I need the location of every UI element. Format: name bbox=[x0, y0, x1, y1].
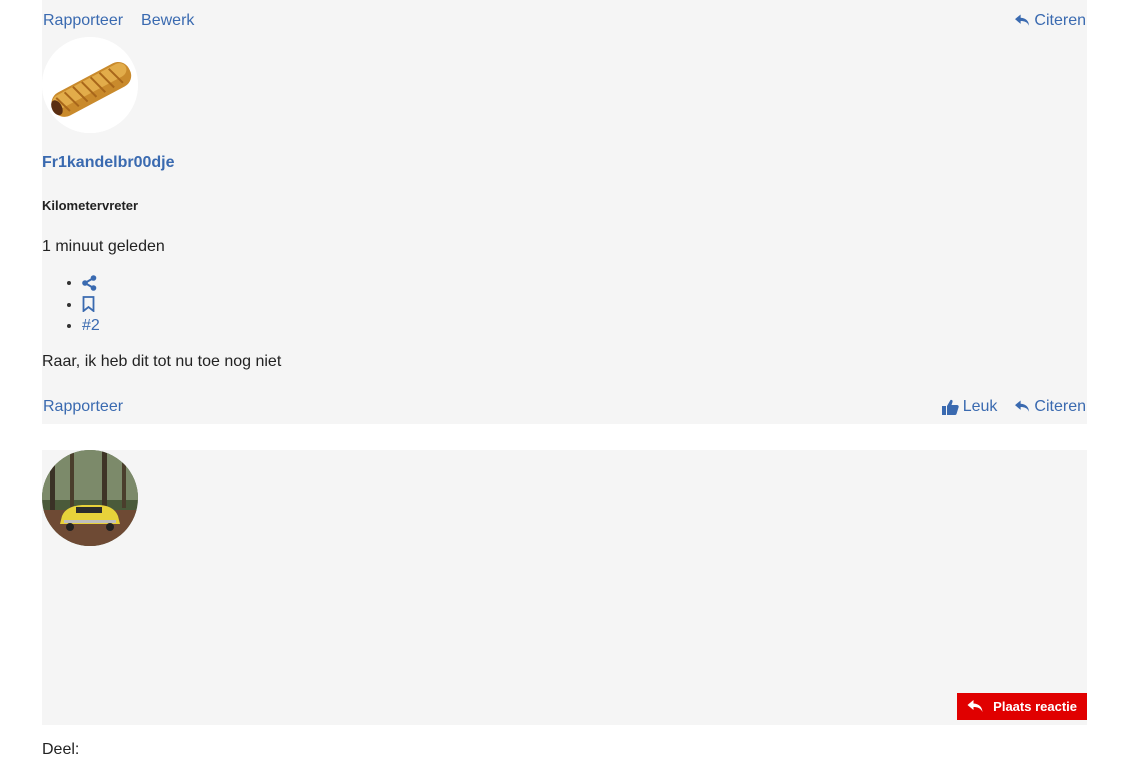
top-actions-left: Rapporteer Bewerk bbox=[43, 12, 194, 30]
quote-label: Citeren bbox=[1034, 12, 1086, 29]
quote-label: Citeren bbox=[1034, 398, 1086, 415]
like-label: Leuk bbox=[962, 398, 998, 415]
quote-button-bottom[interactable]: Citeren bbox=[1015, 398, 1086, 416]
bookmark-icon[interactable] bbox=[82, 296, 95, 313]
reply-card: Plaats reactie bbox=[42, 450, 1087, 725]
current-user-avatar[interactable] bbox=[42, 450, 138, 546]
quote-button-top[interactable]: Citeren bbox=[1015, 12, 1086, 30]
post-card: Rapporteer Bewerk Citeren Fr1kandelbr00d… bbox=[42, 0, 1087, 424]
car-forest-icon bbox=[42, 450, 138, 546]
reply-arrow-icon bbox=[1015, 14, 1030, 28]
list-item bbox=[82, 294, 100, 316]
report-link-bottom-wrap: Rapporteer bbox=[43, 398, 123, 416]
bottom-actions-right: Leuk Citeren bbox=[941, 398, 1086, 416]
post-reply-button[interactable]: Plaats reactie bbox=[957, 693, 1087, 720]
reply-button-label: Plaats reactie bbox=[993, 699, 1077, 714]
thumbs-up-icon bbox=[941, 399, 959, 415]
sausage-roll-icon bbox=[42, 37, 138, 133]
share-icon[interactable] bbox=[82, 274, 97, 291]
user-rank: Kilometervreter bbox=[42, 198, 139, 213]
post-timestamp: 1 minuut geleden bbox=[42, 238, 165, 255]
list-item bbox=[82, 272, 100, 294]
post-number-link[interactable]: #2 bbox=[82, 317, 100, 334]
like-button[interactable]: Leuk bbox=[941, 398, 998, 416]
edit-link[interactable]: Bewerk bbox=[141, 12, 194, 30]
reply-arrow-icon bbox=[1015, 400, 1030, 414]
report-link-bottom[interactable]: Rapporteer bbox=[43, 398, 123, 415]
post-body: Raar, ik heb dit tot nu toe nog niet bbox=[42, 353, 282, 370]
user-avatar[interactable] bbox=[42, 37, 138, 133]
reply-arrow-icon bbox=[967, 699, 984, 714]
post-action-list: #2 bbox=[42, 272, 100, 337]
username-link[interactable]: Fr1kandelbr00dje bbox=[42, 154, 175, 172]
report-link[interactable]: Rapporteer bbox=[43, 12, 123, 30]
share-label: Deel: bbox=[42, 741, 80, 758]
list-item: #2 bbox=[82, 315, 100, 337]
